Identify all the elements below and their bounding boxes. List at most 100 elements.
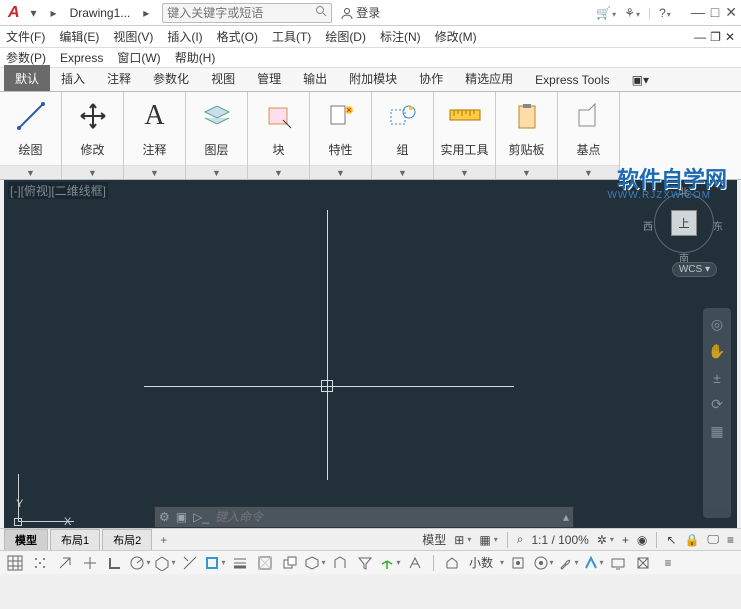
- menu-view[interactable]: 视图(V): [113, 28, 153, 45]
- drawing-canvas[interactable]: [-][俯视][二维线框] Y X 上 北 南 东 西 WCS ▾ ◎ ✋ ± …: [4, 180, 737, 528]
- cart-icon[interactable]: 🛒▾: [596, 6, 616, 20]
- search-input[interactable]: [167, 6, 313, 20]
- sb-dynamic-icon[interactable]: [79, 553, 101, 573]
- menu-param[interactable]: 参数(P): [6, 49, 46, 66]
- tab-insert[interactable]: 插入: [50, 65, 96, 91]
- tab-manage[interactable]: 管理: [246, 65, 292, 91]
- help-icon[interactable]: ?▾: [659, 6, 671, 20]
- tab-addins[interactable]: 附加模块: [338, 65, 408, 91]
- sb-cleanscreen-icon[interactable]: [632, 553, 654, 573]
- command-input[interactable]: [215, 510, 557, 524]
- status-grid-icon[interactable]: ⊞ ▾: [451, 530, 474, 550]
- tab-output[interactable]: 输出: [292, 65, 338, 91]
- tab-add-button[interactable]: +: [154, 531, 173, 549]
- menu-tools[interactable]: 工具(T): [272, 28, 311, 45]
- sb-hardware-icon[interactable]: [607, 553, 629, 573]
- qat-dropdown-icon[interactable]: ▾: [26, 5, 42, 21]
- tab-featured[interactable]: 精选应用: [454, 65, 524, 91]
- sb-filter-icon[interactable]: [354, 553, 376, 573]
- status-monitor-icon[interactable]: 🖵: [704, 530, 722, 550]
- menu-help[interactable]: 帮助(H): [175, 49, 216, 66]
- nav-orbit-icon[interactable]: ⟳: [711, 396, 723, 413]
- wcs-badge[interactable]: WCS ▾: [672, 262, 717, 277]
- panel-expand-icon[interactable]: ▼: [62, 165, 123, 179]
- panel-expand-icon[interactable]: ▼: [0, 165, 61, 179]
- tab-layout2[interactable]: 布局2: [102, 529, 152, 550]
- panel-expand-icon[interactable]: ▼: [310, 165, 371, 179]
- child-close-button[interactable]: ✕: [725, 30, 735, 44]
- sb-anno-monitor-icon[interactable]: ▾: [582, 553, 604, 573]
- status-grid2-icon[interactable]: ▦ ▾: [476, 530, 500, 550]
- viewport-label[interactable]: [-][俯视][二维线框]: [8, 182, 108, 199]
- sb-3dosnap-icon[interactable]: ▾: [304, 553, 326, 573]
- tab-annotate[interactable]: 注释: [96, 65, 142, 91]
- viewcube-top-face[interactable]: 上: [671, 210, 697, 236]
- cmd-customize-icon[interactable]: ⚙: [159, 510, 170, 524]
- menu-file[interactable]: 文件(F): [6, 28, 45, 45]
- close-button[interactable]: ✕: [725, 4, 737, 21]
- viewcube-east[interactable]: 东: [713, 218, 723, 233]
- tab-parametric[interactable]: 参数化: [142, 65, 200, 91]
- child-restore-button[interactable]: ❐: [710, 30, 721, 44]
- command-line[interactable]: ⚙ ▣ ▷_ ▴: [154, 506, 574, 528]
- viewcube-north[interactable]: 北: [679, 184, 689, 199]
- sb-lineweight-icon[interactable]: [229, 553, 251, 573]
- status-gear-icon[interactable]: ✲ ▾: [594, 530, 617, 550]
- cmd-recent-icon[interactable]: ▣: [176, 510, 187, 524]
- navigation-bar[interactable]: ◎ ✋ ± ⟳ ▦: [703, 308, 731, 518]
- sb-infer-icon[interactable]: [54, 553, 76, 573]
- sb-ducs-icon[interactable]: [329, 553, 351, 573]
- sb-qp-icon[interactable]: [441, 553, 463, 573]
- sb-iso-icon[interactable]: ▾: [154, 553, 176, 573]
- panel-expand-icon[interactable]: ▼: [558, 165, 619, 179]
- minimize-button[interactable]: ―: [691, 4, 705, 21]
- sb-units-label[interactable]: 小数: [466, 553, 496, 573]
- panel-expand-icon[interactable]: ▼: [124, 165, 185, 179]
- sb-snap-icon[interactable]: [29, 553, 51, 573]
- status-target-icon[interactable]: ◉: [634, 530, 650, 550]
- status-plus-icon[interactable]: +: [619, 530, 632, 550]
- login-button[interactable]: 登录: [340, 4, 380, 21]
- tab-view[interactable]: 视图: [200, 65, 246, 91]
- sb-wrench-icon[interactable]: ▾: [557, 553, 579, 573]
- sb-transparency-icon[interactable]: [254, 553, 276, 573]
- menu-window[interactable]: 窗口(W): [117, 49, 160, 66]
- panel-group[interactable]: 组 ▼: [372, 92, 434, 179]
- sb-quick-icon[interactable]: [507, 553, 529, 573]
- panel-expand-icon[interactable]: ▼: [248, 165, 309, 179]
- viewcube-west[interactable]: 西: [643, 218, 653, 233]
- status-scale-label[interactable]: 1:1 / 100%: [528, 530, 591, 550]
- document-title[interactable]: Drawing1...: [70, 6, 131, 20]
- panel-clipboard[interactable]: 剪贴板 ▼: [496, 92, 558, 179]
- search-icon[interactable]: [315, 5, 327, 20]
- panel-annotate[interactable]: A 注释 ▼: [124, 92, 186, 179]
- doc-dropdown-icon[interactable]: ▸: [138, 5, 154, 21]
- tab-default[interactable]: 默认: [4, 65, 50, 91]
- sb-cycling-icon[interactable]: [279, 553, 301, 573]
- panel-expand-icon[interactable]: ▼: [434, 165, 495, 179]
- status-model-button[interactable]: 模型: [419, 530, 449, 550]
- panel-expand-icon[interactable]: ▼: [496, 165, 557, 179]
- tab-layout1[interactable]: 布局1: [50, 529, 100, 550]
- sb-annovis-icon[interactable]: [404, 553, 426, 573]
- sb-ortho-icon[interactable]: [104, 553, 126, 573]
- sb-otrack-icon[interactable]: [179, 553, 201, 573]
- sb-grid-icon[interactable]: [4, 553, 26, 573]
- status-menu-icon[interactable]: ≡: [724, 530, 737, 550]
- tab-more-icon[interactable]: ▣▾: [621, 68, 660, 91]
- panel-draw[interactable]: 绘图 ▼: [0, 92, 62, 179]
- tab-collab[interactable]: 协作: [408, 65, 454, 91]
- menu-format[interactable]: 格式(O): [217, 28, 258, 45]
- menu-dimension[interactable]: 标注(N): [380, 28, 421, 45]
- panel-block[interactable]: 块 ▼: [248, 92, 310, 179]
- panel-basepoint[interactable]: 基点 ▼: [558, 92, 620, 179]
- panel-expand-icon[interactable]: ▼: [186, 165, 247, 179]
- menu-insert[interactable]: 插入(I): [167, 28, 202, 45]
- tab-express[interactable]: Express Tools: [524, 68, 620, 91]
- sb-gizmo-icon[interactable]: ▾: [379, 553, 401, 573]
- viewcube[interactable]: 上 北 南 东 西: [649, 188, 719, 258]
- menu-modify[interactable]: 修改(M): [435, 28, 477, 45]
- sb-osnap-icon[interactable]: ▾: [204, 553, 226, 573]
- sb-workspace-icon[interactable]: ▾: [532, 553, 554, 573]
- status-lock-icon[interactable]: 🔒: [681, 530, 702, 550]
